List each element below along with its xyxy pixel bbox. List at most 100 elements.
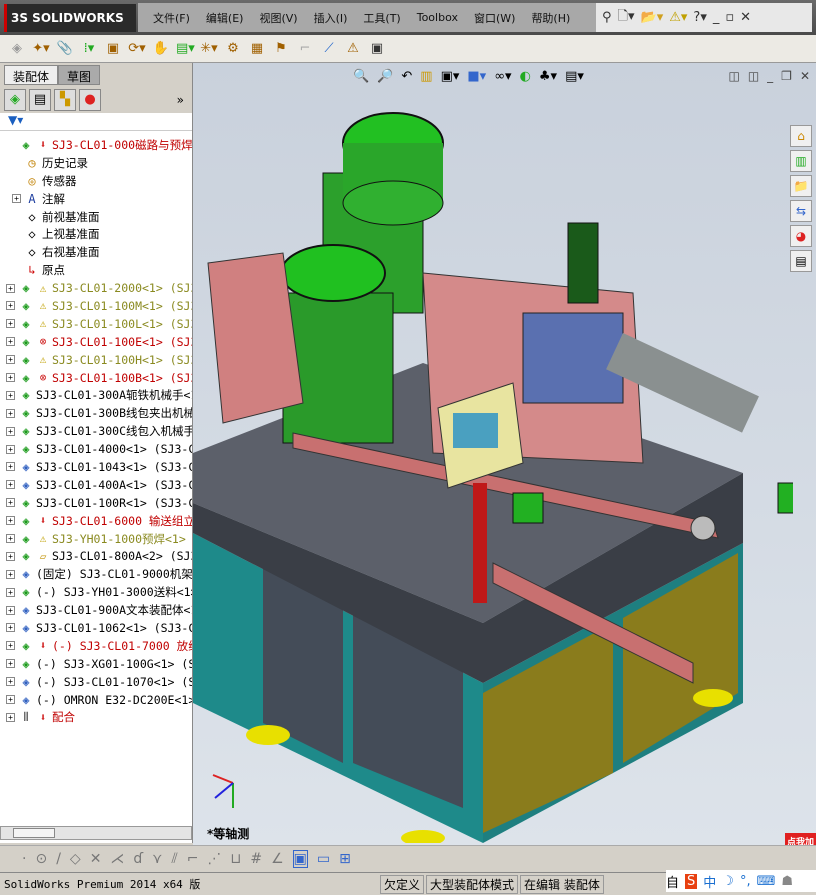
expand-icon[interactable]: + [6, 408, 15, 418]
expand-icon[interactable]: + [6, 444, 15, 454]
rebuild-icon[interactable]: ⚠▾ [669, 10, 687, 25]
assembly-model[interactable] [193, 63, 793, 843]
spline-icon[interactable]: ⋰ [207, 851, 221, 867]
offset-icon[interactable]: ɗ [133, 851, 143, 867]
menu-item[interactable]: 视图(V) [251, 10, 305, 26]
tree-item[interactable]: + ◈ SJ3-CL01-100R<1> (SJ3-CL( [0, 494, 192, 512]
expand-icon[interactable]: + [6, 283, 15, 293]
mate-icon[interactable]: 📎 [56, 40, 74, 58]
circle-icon[interactable]: ⊙ [35, 851, 47, 867]
open-icon[interactable]: 📂▾ [641, 10, 664, 25]
reference-geometry-icon[interactable]: ✳▾ [200, 40, 218, 58]
appearances-icon[interactable]: ◕ [790, 225, 812, 247]
home-icon[interactable]: ⌂ [790, 125, 812, 147]
help-icon[interactable]: ?▾ [693, 10, 706, 25]
tree-item[interactable]: + ⫴ ⬇ 配合 [0, 709, 192, 727]
assembly-features-icon[interactable]: ▤▾ [176, 40, 195, 58]
expand-icon[interactable]: + [6, 373, 15, 383]
tree-item[interactable]: + ◈ ⚠ SJ3-CL01-100M<1> (SJ3- [0, 297, 192, 315]
menu-item[interactable]: 帮助(H) [523, 10, 578, 26]
close-button[interactable]: ✕ [740, 10, 751, 25]
user-icon[interactable]: ☗ [781, 874, 793, 889]
design-library-icon[interactable]: ▥ [790, 150, 812, 172]
move-component-icon[interactable]: ⟳▾ [128, 40, 146, 58]
tree-item[interactable]: + ◈ ⊗ SJ3-CL01-100E<1> (SJ3- [0, 333, 192, 351]
trim-icon[interactable]: ✕ [90, 851, 102, 867]
restore-button[interactable]: ▫ [725, 10, 734, 25]
tree-item[interactable]: + ◈ (-) SJ3-YH01-3000送料<1> [0, 583, 192, 601]
polygon-icon[interactable]: ◇ [70, 851, 81, 867]
expand-icon[interactable]: + [6, 623, 15, 633]
tree-item[interactable]: + ◈ ⚠ SJ3-CL01-2000<1> (SJ3- [0, 279, 192, 297]
solidworks-logo[interactable]: 3S SOLIDWORKS [4, 4, 136, 32]
tree-item[interactable]: + ◈ SJ3-CL01-300C线包入机械手 [0, 422, 192, 440]
custom-properties-icon[interactable]: ▤ [790, 250, 812, 272]
tree-item[interactable]: ◈ ⬇ SJ3-CL01-000磁路与预焊 ( [0, 136, 192, 154]
configuration-manager-tab-icon[interactable]: ▚ [54, 89, 76, 111]
expand-icon[interactable]: + [6, 355, 15, 365]
corner-icon[interactable]: ⌐ [187, 851, 199, 867]
tree-item[interactable]: + ◈ SJ3-CL01-900A文本装配体<1 [0, 601, 192, 619]
punctuation-icon[interactable]: °, [740, 874, 751, 889]
tree-item[interactable]: + ◈ ⬇ SJ3-CL01-6000 输送组立 [0, 512, 192, 530]
expand-icon[interactable]: + [6, 587, 15, 597]
extend-icon[interactable]: ⋌ [110, 851, 124, 867]
tree-item[interactable]: + ◈ SJ3-CL01-400A<1> (SJ3-CL( [0, 476, 192, 494]
file-explorer-icon[interactable]: 📁 [790, 175, 812, 197]
show-hidden-icon[interactable]: ✋ [152, 40, 170, 58]
four-view-icon[interactable]: ⊞ [339, 851, 351, 867]
tab-assembly[interactable]: 装配体 [4, 65, 59, 85]
tab-sketch[interactable]: 草图 [58, 65, 101, 85]
tree-item[interactable]: ◇ 右视基准面 [0, 243, 192, 261]
bill-of-materials-icon[interactable]: ▦ [248, 40, 266, 58]
tree-item[interactable]: + ◈ SJ3-CL01-1062<1> (SJ3-CL( [0, 619, 192, 637]
menu-item[interactable]: 文件(F) [145, 10, 198, 26]
expand-icon[interactable]: + [6, 426, 15, 436]
tree-item[interactable]: + A 注解 [0, 190, 192, 208]
tree-item[interactable]: + ◈ ⊗ SJ3-CL01-100B<1> (SJ3- [0, 369, 192, 387]
graphics-area[interactable]: 🔍 🔎 ↶ ▥ ▣▾ ■▾ ∞▾ ◐ ♣▾ ▤▾ ◫ ◫ _ ❐ ✕ ⌂ ▥ 📁… [193, 63, 816, 850]
tree-item[interactable]: + ◈ ⚠ SJ3-CL01-100L<1> (SJ3- [0, 315, 192, 333]
menu-item[interactable]: 插入(I) [306, 10, 356, 26]
point-icon[interactable]: · [22, 851, 26, 867]
tree-item[interactable]: + ◈ ⬇ (-) SJ3-CL01-7000 放线 [0, 637, 192, 655]
mirror-icon[interactable]: ⋎ [152, 851, 162, 867]
expand-icon[interactable]: + [6, 551, 15, 561]
tree-item[interactable]: + ◈ (-) SJ3-XG01-100G<1> (SJ3 [0, 655, 192, 673]
tree-item[interactable]: + ◈ ▱ SJ3-CL01-800A<2> (SJ3- [0, 547, 192, 565]
tree-item[interactable]: ↳ 原点 [0, 261, 192, 279]
grid-icon[interactable]: # [250, 851, 262, 867]
explode-line-icon[interactable]: ⌐ [296, 40, 314, 58]
tree-item[interactable]: + ◈ SJ3-CL01-300B线包夹出机械 [0, 404, 192, 422]
exploded-view-icon[interactable]: ⚑ [272, 40, 290, 58]
instant3d-icon[interactable]: ▣ [368, 40, 386, 58]
expand-icon[interactable]: + [6, 695, 15, 705]
smart-fasteners-icon[interactable]: ▣ [104, 40, 122, 58]
expand-panel-icon[interactable]: » [177, 93, 184, 107]
dimension-icon[interactable]: ⊔ [230, 851, 241, 867]
menu-item[interactable]: 编辑(E) [198, 10, 252, 26]
tree-item[interactable]: + ◈ SJ3-CL01-4000<1> (SJ3-CL( [0, 440, 192, 458]
sogou-icon[interactable]: S [685, 873, 698, 889]
horizontal-scrollbar[interactable] [0, 826, 192, 840]
display-manager-tab-icon[interactable]: ● [79, 89, 101, 111]
menu-item[interactable]: Toolbox [409, 11, 466, 24]
tree-item[interactable]: + ◈ (固定) SJ3-CL01-9000机架< [0, 565, 192, 583]
new-document-icon[interactable]: 🗋▾ [618, 7, 635, 29]
tree-item[interactable]: ◇ 上视基准面 [0, 225, 192, 243]
linear-pattern-icon[interactable]: ⁞▾ [80, 40, 98, 58]
menu-item[interactable]: 工具(T) [355, 10, 408, 26]
single-view-icon[interactable]: ▭ [317, 851, 330, 867]
expand-icon[interactable]: + [6, 516, 15, 526]
tree-item[interactable]: ◎ 传感器 [0, 172, 192, 190]
feature-manager-tab-icon[interactable]: ◈ [4, 89, 26, 111]
expand-icon[interactable]: + [6, 480, 15, 490]
filter-icon[interactable]: ▼▾ [0, 113, 192, 131]
tree-item[interactable]: ◷ 历史记录 [0, 154, 192, 172]
interference-icon[interactable]: ⟋ [320, 40, 338, 58]
viewport-close-button[interactable]: ✕ [800, 69, 810, 83]
expand-icon[interactable]: + [6, 605, 15, 615]
clearance-icon[interactable]: ⚠ [344, 40, 362, 58]
expand-icon[interactable]: + [6, 319, 15, 329]
shaded-icon[interactable]: ▣ [292, 849, 308, 868]
